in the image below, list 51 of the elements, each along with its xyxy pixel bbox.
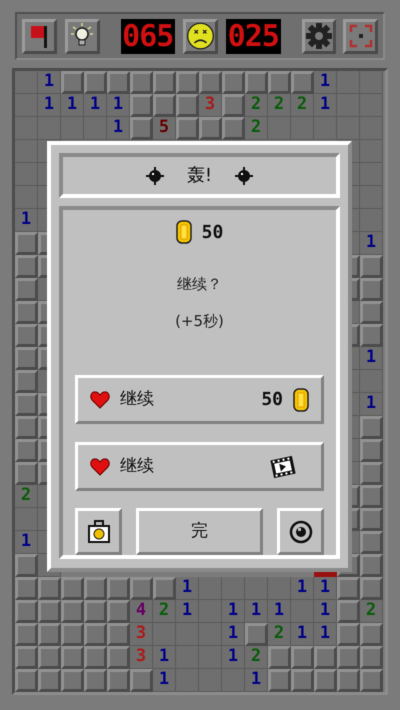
mine-count: 3: [199, 94, 222, 117]
mine-count: 4: [130, 600, 153, 623]
mine-count: 2: [291, 94, 314, 117]
mine-count: 1: [268, 600, 291, 623]
mine-count: 2: [245, 117, 268, 140]
finish-button[interactable]: 完: [136, 508, 263, 555]
mine-count: 1: [38, 71, 61, 94]
mine-count: 2: [245, 646, 268, 669]
mine-count: 1: [222, 623, 245, 646]
mine-count: 1: [61, 94, 84, 117]
bonus-time: (+5秒): [175, 310, 224, 332]
mine-count: 2: [15, 485, 38, 508]
mine-count: 2: [268, 623, 291, 646]
mine-count: 3: [130, 646, 153, 669]
mine-count: 1: [153, 646, 176, 669]
mine-count: 1: [153, 669, 176, 692]
mine-count: 1: [314, 600, 337, 623]
mine-count: 3: [130, 623, 153, 646]
mine-count: 1: [360, 232, 383, 255]
mine-count: 1: [291, 623, 314, 646]
continue-question: 继续？: [177, 274, 222, 295]
timer: 025: [226, 18, 281, 54]
mine-count: 1: [314, 623, 337, 646]
mine-count: 2: [153, 600, 176, 623]
dialog-title: 轰!: [186, 164, 212, 188]
mine-count: 5: [153, 117, 176, 140]
mine-count: 1: [84, 94, 107, 117]
mine-count: 1: [38, 94, 61, 117]
continue-button[interactable]: 继续: [75, 442, 324, 491]
continue-button[interactable]: 继续 50: [75, 375, 324, 424]
mine-count: 1: [245, 669, 268, 692]
coin-balance: 50: [202, 220, 224, 244]
mine-count: 1: [314, 94, 337, 117]
mine-count: 1: [15, 531, 38, 554]
mine-count: 1: [107, 117, 130, 140]
mine-count: 1: [314, 577, 337, 600]
mine-counter: 065: [120, 18, 176, 54]
mine-count: 1: [222, 600, 245, 623]
mine-count: 1: [176, 600, 199, 623]
mine-count: 1: [222, 646, 245, 669]
mine-count: 2: [360, 600, 383, 623]
mine-count: 1: [107, 94, 130, 117]
mine-count: 1: [245, 600, 268, 623]
mine-count: 1: [176, 577, 199, 600]
mine-count: 1: [360, 347, 383, 370]
mine-count: 1: [360, 393, 383, 416]
mine-count: 1: [291, 577, 314, 600]
mine-count: 1: [314, 71, 337, 94]
mine-count: 2: [245, 94, 268, 117]
mine-count: 1: [15, 209, 38, 232]
mine-count: 2: [268, 94, 291, 117]
